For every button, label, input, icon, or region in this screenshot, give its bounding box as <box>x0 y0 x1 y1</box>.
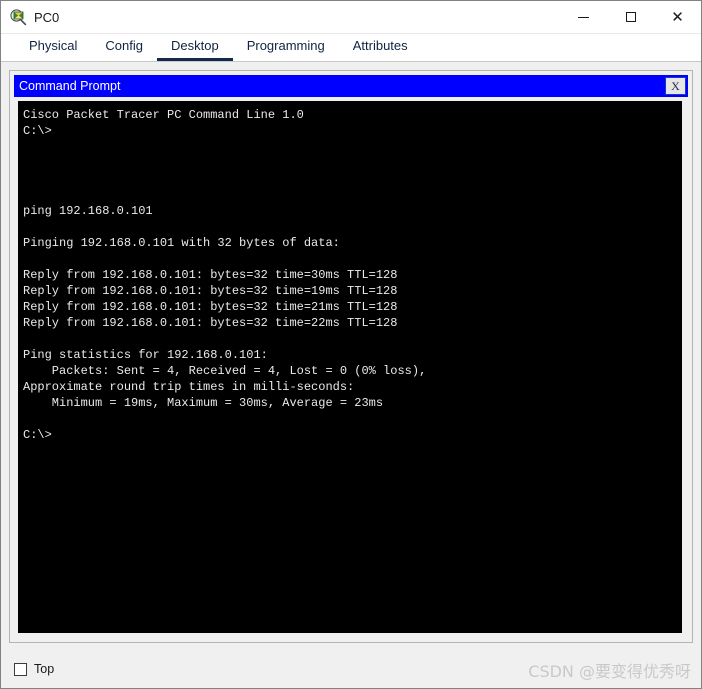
terminal-container: Cisco Packet Tracer PC Command Line 1.0 … <box>14 97 688 638</box>
window-title-area: PC0 <box>1 8 560 26</box>
window-titlebar: PC0 ✕ <box>1 1 701 34</box>
top-checkbox[interactable] <box>14 662 27 676</box>
close-button[interactable]: ✕ <box>654 1 701 33</box>
command-prompt-title: Command Prompt <box>19 79 121 93</box>
top-checkbox-row[interactable]: Top <box>14 662 54 676</box>
tab-config[interactable]: Config <box>91 38 157 61</box>
command-prompt-titlebar: Command Prompt X <box>14 75 688 97</box>
window-controls: ✕ <box>560 1 701 33</box>
desktop-content: Command Prompt X Cisco Packet Tracer PC … <box>1 62 701 650</box>
window-title: PC0 <box>34 9 60 25</box>
tab-programming[interactable]: Programming <box>233 38 339 61</box>
tabstrip: Physical Config Desktop Programming Attr… <box>1 34 701 62</box>
terminal-output[interactable]: Cisco Packet Tracer PC Command Line 1.0 … <box>18 101 682 633</box>
maximize-button[interactable] <box>607 1 654 33</box>
close-icon: ✕ <box>671 7 684 26</box>
tab-list: Physical Config Desktop Programming Attr… <box>15 38 422 61</box>
tab-attributes[interactable]: Attributes <box>339 38 422 61</box>
window-footer: Top CSDN @要变得优秀呀 <box>1 650 701 688</box>
desktop-panel: Command Prompt X Cisco Packet Tracer PC … <box>9 70 693 643</box>
minimize-button[interactable] <box>560 1 607 33</box>
top-checkbox-label: Top <box>34 662 55 676</box>
command-prompt-close-button[interactable]: X <box>665 77 686 95</box>
minimize-icon <box>578 16 589 18</box>
tab-physical[interactable]: Physical <box>15 38 91 61</box>
packet-tracer-pc-icon <box>10 8 27 26</box>
csdn-watermark: CSDN @要变得优秀呀 <box>528 662 691 681</box>
pc0-window: PC0 ✕ Physical Config Desktop Programmin… <box>0 0 702 689</box>
tab-desktop[interactable]: Desktop <box>157 38 233 61</box>
maximize-icon <box>625 12 636 22</box>
command-prompt-window: Command Prompt X Cisco Packet Tracer PC … <box>14 75 688 638</box>
